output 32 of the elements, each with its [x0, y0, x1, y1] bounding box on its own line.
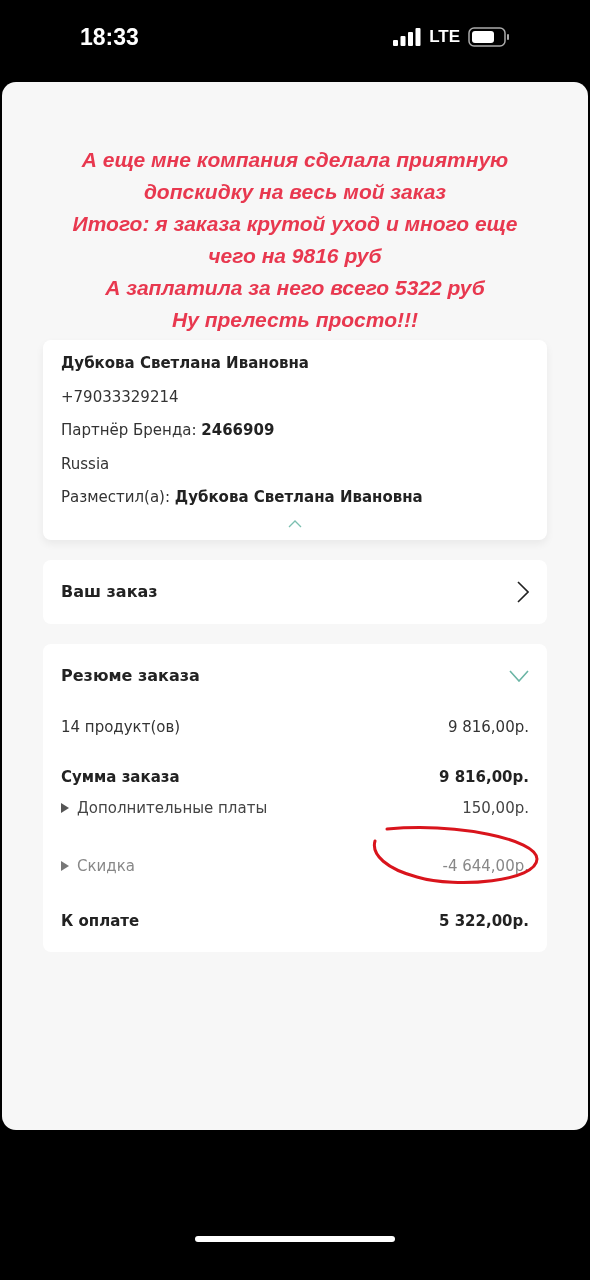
annotation-text: Итого: я заказа крутой уход и много еще [72, 211, 518, 237]
placed-by-line: Разместил(а): Дубкова Светлана Ивановна [61, 487, 424, 508]
partner-line: Партнёр Бренда: 2466909 [61, 420, 276, 441]
chevron-up-icon[interactable] [288, 519, 302, 528]
annotation-text: допскидку на весь мой заказ [143, 179, 447, 205]
row-label: 14 продукт(ов) [61, 716, 181, 738]
row-value: 150,00р. [462, 797, 529, 819]
row-label: Дополнительные платы [77, 797, 268, 819]
row-label: Скидка [77, 856, 135, 877]
chevron-down-icon[interactable] [509, 669, 529, 682]
customer-name: Дубкова Светлана Ивановна [61, 353, 310, 374]
order-link[interactable]: Ваш заказ [43, 559, 547, 624]
chevron-right-icon [517, 580, 529, 603]
customer-phone: +79033329214 [61, 386, 180, 408]
battery-icon [468, 27, 510, 47]
network-label: LTE [429, 26, 460, 49]
status-time: 18:33 [80, 22, 139, 52]
row-value: 9 816,00р. [439, 767, 529, 788]
row-label: К оплате [61, 910, 140, 932]
row-value: 9 816,00р. [447, 716, 529, 738]
annotation-text: А заплатила за него всего 5322 руб [105, 275, 485, 301]
annotation-text: чего на 9816 руб [208, 243, 382, 269]
row-label: Сумма заказа [61, 767, 180, 788]
caret-right-icon[interactable] [61, 861, 69, 872]
row-value: -4 644,00р. [442, 856, 529, 877]
signal-icon [393, 28, 422, 46]
row-value: 5 322,00р. [439, 910, 529, 932]
annotation-text: А еще мне компания сделала приятную [81, 147, 509, 173]
annotation-text: Ну прелесть просто!!! [172, 307, 418, 333]
summary-title: Резюме заказа [61, 664, 200, 687]
customer-country: Russia [61, 453, 111, 475]
caret-right-icon[interactable] [61, 802, 69, 813]
